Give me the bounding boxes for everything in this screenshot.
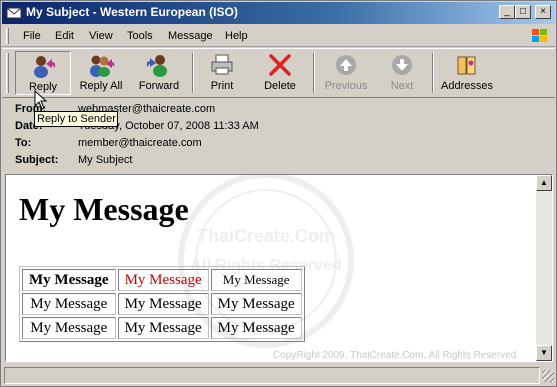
forward-label: Forward — [138, 80, 180, 92]
message-heading: My Message — [19, 191, 189, 227]
scroll-up-button[interactable]: ▲ — [536, 175, 552, 191]
menu-tools[interactable]: Tools — [127, 30, 153, 42]
previous-button[interactable]: Previous — [320, 51, 372, 95]
arrow-down-icon — [392, 55, 412, 75]
copyright-text: CopyRight 2009, ThaiCreate.Com, All Righ… — [273, 350, 517, 361]
table-cell: My Message — [117, 317, 209, 339]
forward-icon — [146, 55, 167, 77]
table-cell: My Message — [117, 269, 209, 291]
status-bar — [2, 365, 555, 385]
previous-label: Previous — [324, 80, 368, 92]
table-row: My Message My Message My Message — [22, 317, 302, 339]
arrow-up-icon — [336, 55, 356, 75]
table-cell: My Message — [210, 293, 302, 315]
message-table: My Message My Message My Message My Mess… — [19, 266, 305, 342]
address-book-icon — [457, 56, 476, 75]
print-button[interactable]: Print — [200, 51, 244, 95]
table-cell: My Message — [22, 293, 116, 315]
delete-label: Delete — [264, 80, 296, 92]
menu-edit[interactable]: Edit — [55, 30, 74, 42]
to-value[interactable]: member@thaicreate.com — [78, 137, 202, 149]
subject-label: Subject: — [15, 154, 59, 166]
menu-bar: File Edit View Tools Message Help — [2, 25, 555, 47]
mouse-cursor-icon — [34, 90, 48, 110]
reply-button[interactable]: Reply — [15, 51, 71, 95]
toolbar-separator — [192, 53, 194, 93]
window-title: My Subject - Western European (ISO) — [26, 5, 238, 19]
table-cell: My Message — [210, 269, 302, 291]
forward-button[interactable]: Forward — [133, 51, 185, 95]
menu-grip[interactable] — [6, 28, 9, 44]
addresses-button[interactable]: Addresses — [439, 51, 495, 95]
table-cell: My Message — [117, 293, 209, 315]
vertical-scrollbar[interactable]: ▲ ▼ — [536, 175, 552, 361]
to-label: To: — [15, 137, 32, 149]
message-body[interactable]: ThaiCreate.Com All Rights Reserved My Me… — [6, 175, 536, 361]
next-label: Next — [390, 80, 414, 92]
menu-file[interactable]: File — [23, 30, 41, 42]
envelope-icon — [6, 7, 22, 19]
table-cell: My Message — [22, 269, 116, 291]
reply-all-icon — [90, 55, 115, 77]
menu-help[interactable]: Help — [225, 30, 248, 42]
status-panel — [4, 367, 540, 384]
table-row: My Message My Message My Message — [22, 293, 302, 315]
scroll-down-button[interactable]: ▼ — [536, 345, 552, 361]
toolbar-separator — [313, 53, 315, 93]
toolbar-grip[interactable] — [6, 53, 9, 93]
table-row: My Message My Message My Message — [22, 269, 302, 291]
printer-icon — [211, 54, 233, 75]
next-button[interactable]: Next — [380, 51, 424, 95]
message-body-frame: ThaiCreate.Com All Rights Reserved My Me… — [5, 174, 553, 362]
message-headers: From: webmaster@thaicreate.com Date: Tue… — [2, 99, 555, 171]
subject-value: My Subject — [78, 154, 133, 166]
resize-grip-icon[interactable] — [542, 370, 554, 382]
close-button[interactable]: × — [535, 5, 551, 19]
reply-tooltip: Reply to Sender — [34, 111, 118, 127]
title-bar[interactable]: My Subject - Western European (ISO) _ □ … — [2, 2, 555, 24]
table-cell: My Message — [210, 317, 302, 339]
minimize-button[interactable]: _ — [499, 5, 515, 19]
windows-logo-icon — [532, 29, 547, 42]
delete-x-icon — [269, 54, 291, 76]
addresses-label: Addresses — [441, 80, 493, 92]
delete-button[interactable]: Delete — [256, 51, 304, 95]
maximize-button[interactable]: □ — [515, 5, 531, 19]
mail-message-window: My Subject - Western European (ISO) _ □ … — [0, 0, 557, 387]
print-label: Print — [210, 80, 234, 92]
reply-all-button[interactable]: Reply All — [74, 51, 128, 95]
svg-text:ThaiCreate.Com: ThaiCreate.Com — [197, 226, 335, 246]
table-cell: My Message — [22, 317, 116, 339]
menu-message[interactable]: Message — [168, 30, 213, 42]
menu-view[interactable]: View — [89, 30, 113, 42]
reply-icon — [34, 56, 56, 78]
toolbar-separator — [432, 53, 434, 93]
toolbar: Reply Reply All Forward Print Delete Pre… — [2, 48, 555, 98]
reply-all-label: Reply All — [79, 80, 123, 92]
